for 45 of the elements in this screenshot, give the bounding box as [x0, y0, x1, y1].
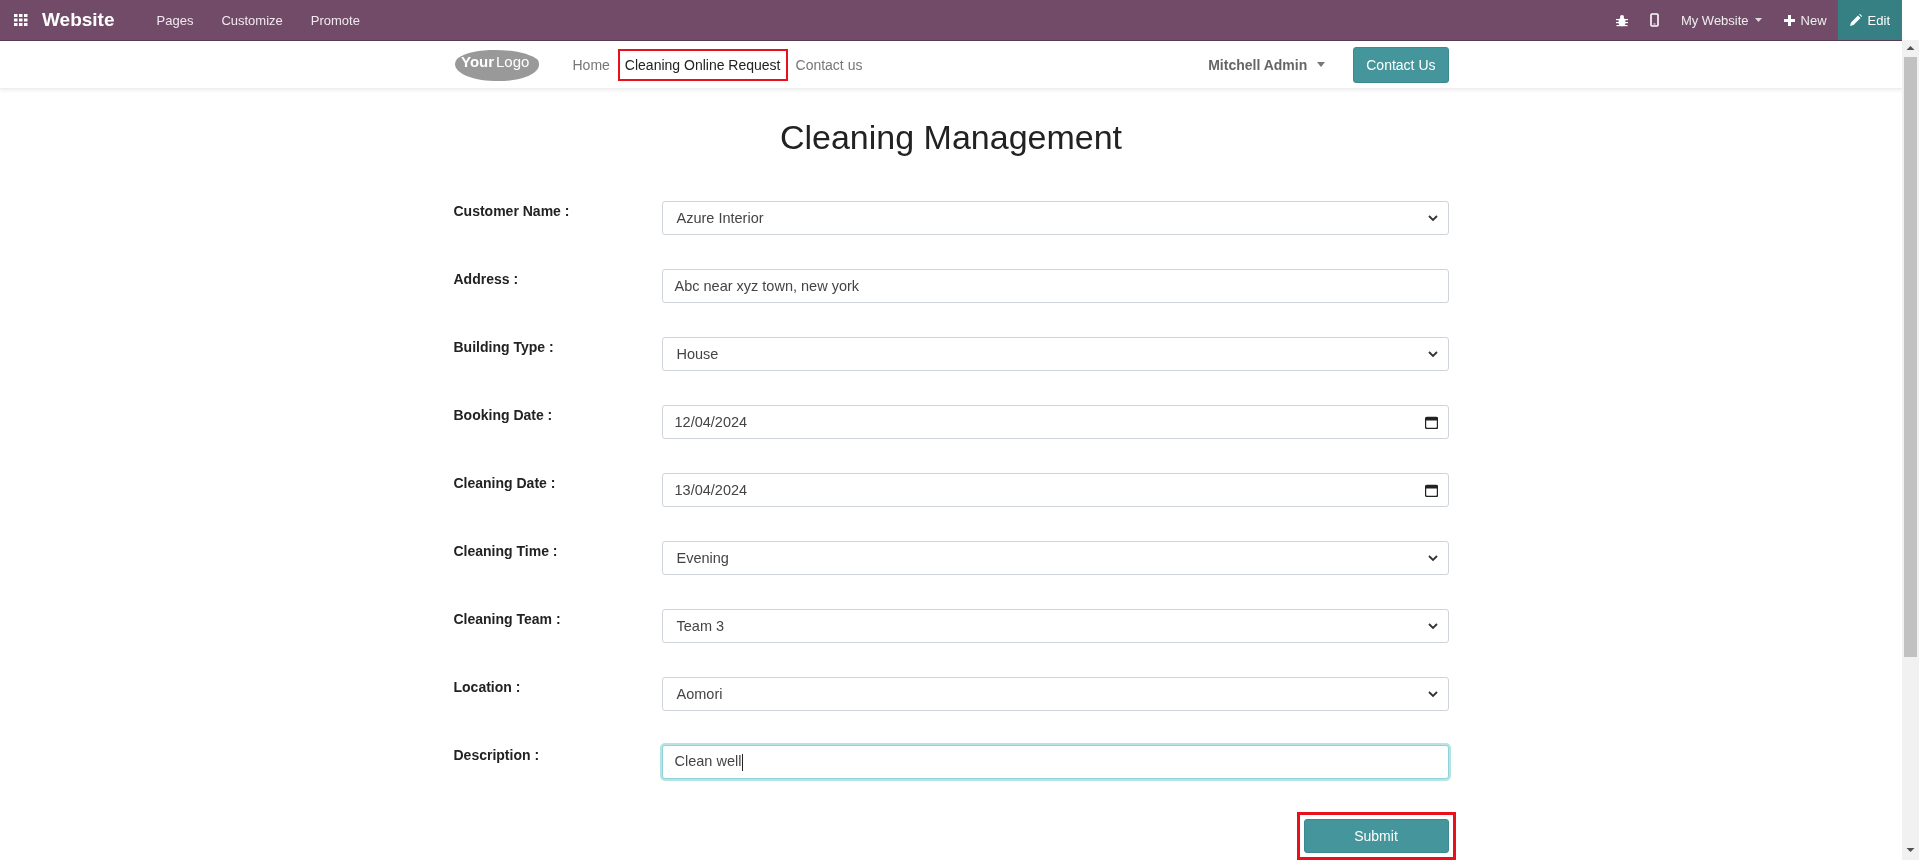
field-label: Cleaning Date : [453, 474, 557, 491]
field-label: Description : [453, 746, 541, 763]
dropdown-field[interactable]: Aomori [661, 677, 1449, 711]
menu-item[interactable]: Customize [207, 12, 297, 28]
nav-link[interactable]: Cleaning Online Request [617, 48, 788, 81]
app-title[interactable]: Website [42, 9, 127, 31]
menu-item[interactable]: Promote [296, 12, 374, 28]
plus-icon [1783, 14, 1795, 26]
pencil-icon [1849, 14, 1862, 26]
nav-link[interactable]: Home [565, 48, 617, 81]
menu-item[interactable]: Pages [142, 12, 208, 28]
website-switcher[interactable]: My Website [1669, 0, 1773, 40]
contact-us-button[interactable]: Contact Us [1353, 46, 1449, 83]
chevron-down-icon [1427, 690, 1438, 698]
caret-icon [1754, 18, 1762, 22]
date-field[interactable]: 12/04/2024 [661, 405, 1449, 439]
date-field[interactable]: 13/04/2024 [661, 473, 1449, 507]
new-button[interactable]: New [1772, 0, 1838, 40]
submit-button[interactable]: Submit [1303, 819, 1449, 853]
dropdown-field[interactable]: Evening [661, 541, 1449, 575]
input-field[interactable]: Clean well [661, 745, 1449, 779]
apps-grid-icon[interactable] [14, 14, 28, 26]
dropdown-field[interactable]: Team 3 [661, 609, 1449, 643]
dropdown-field[interactable]: House [661, 337, 1449, 371]
chevron-down-icon [1427, 622, 1438, 630]
field-label: Booking Date : [453, 406, 554, 423]
calendar-icon [1424, 415, 1438, 429]
field-label: Location : [453, 678, 522, 695]
field-label: Address : [453, 270, 520, 287]
field-label: Cleaning Time : [453, 542, 559, 559]
field-label: Cleaning Team : [453, 610, 562, 627]
text-cursor [742, 753, 744, 771]
user-menu[interactable]: Mitchell Admin [1208, 56, 1326, 73]
nav-link[interactable]: Contact us [788, 48, 870, 81]
page-title: Cleaning Management [778, 117, 1124, 158]
edit-button[interactable]: Edit [1837, 0, 1902, 40]
field-label: Building Type : [453, 338, 555, 355]
chevron-down-icon [1427, 554, 1438, 562]
calendar-icon [1424, 483, 1438, 497]
chevron-down-icon [1427, 350, 1438, 358]
dropdown-field[interactable]: Azure Interior [661, 201, 1449, 235]
caret-icon [1317, 62, 1326, 67]
field-label: Customer Name : [453, 202, 571, 219]
input-field[interactable]: Abc near xyz town, new york [661, 269, 1449, 303]
chevron-down-icon [1427, 214, 1438, 222]
